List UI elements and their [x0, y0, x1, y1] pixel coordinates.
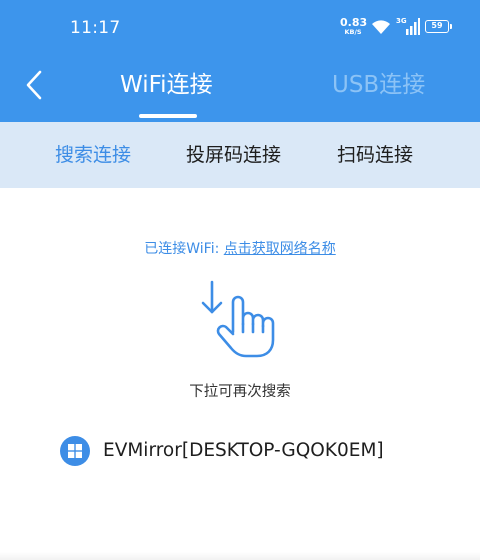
battery-icon: 59: [425, 20, 452, 33]
device-list-item[interactable]: EVMirror[DESKTOP-GQOK0EM]: [56, 432, 456, 472]
back-button[interactable]: [20, 68, 48, 102]
active-tab-indicator: [139, 114, 197, 118]
status-bar: 11:17 0.83 KB/S 3G 59: [0, 0, 480, 58]
top-app-bar: WiFi连接 USB连接: [0, 58, 480, 122]
network-speed: 0.83 KB/S: [340, 16, 368, 36]
network-speed-value: 0.83: [340, 16, 368, 29]
device-name: EVMirror[DESKTOP-GQOK0EM]: [103, 440, 384, 461]
windows-icon: [60, 436, 90, 466]
network-speed-unit: KB/S: [344, 28, 362, 36]
connected-wifi-label: 已连接WiFi:: [144, 241, 224, 257]
connected-wifi-line: 已连接WiFi: 点击获取网络名称: [0, 238, 480, 258]
tab-usb-connect[interactable]: USB连接: [332, 70, 425, 100]
tab-wifi-connect[interactable]: WiFi连接: [120, 70, 213, 100]
subtab-search-connect[interactable]: 搜索连接: [55, 142, 131, 168]
subtab-cast-code-connect[interactable]: 投屏码连接: [186, 142, 281, 168]
battery-level: 59: [431, 21, 443, 30]
wifi-signal-icon: [372, 20, 390, 34]
subtab-scan-code-connect[interactable]: 扫码连接: [337, 142, 413, 168]
pull-to-refresh-hint: 下拉可再次搜索: [189, 384, 291, 400]
pull-down-hand-icon: [201, 280, 275, 358]
get-network-name-link[interactable]: 点击获取网络名称: [224, 241, 336, 257]
bottom-edge: [0, 552, 480, 560]
status-time: 11:17: [70, 18, 121, 38]
connection-method-tabs: 搜索连接 投屏码连接 扫码连接: [0, 122, 480, 188]
cellular-signal-icon: 3G: [396, 17, 420, 36]
